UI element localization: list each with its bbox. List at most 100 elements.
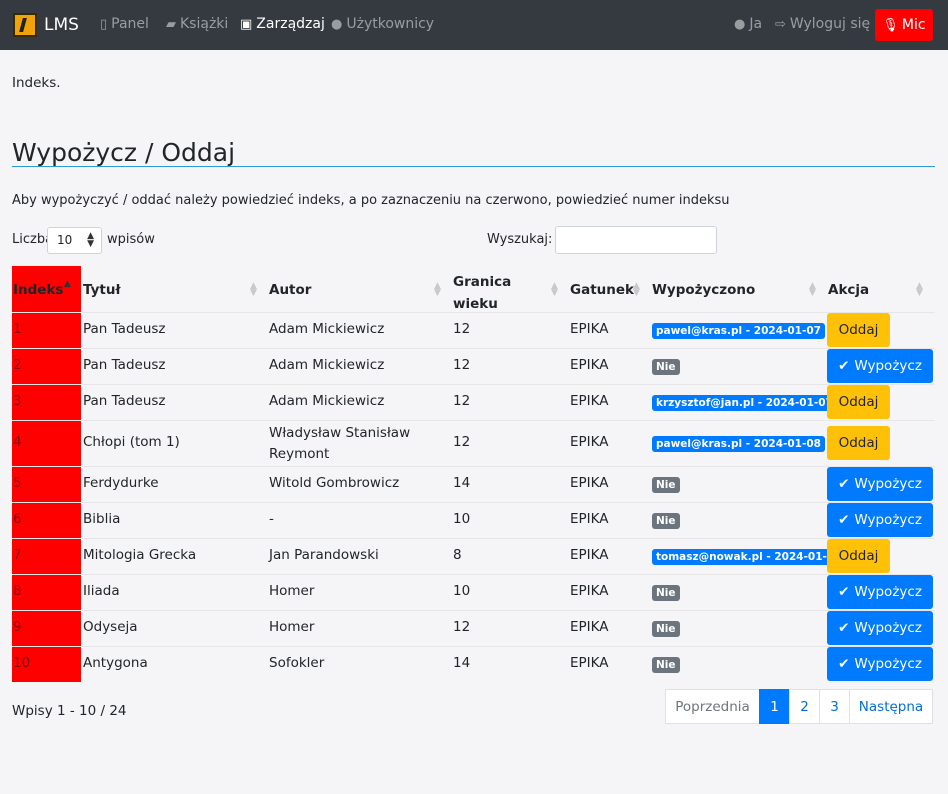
borrow-button[interactable]: ✔ Wypożycz — [827, 575, 933, 609]
row-divider — [12, 646, 935, 647]
check-icon: ✔ — [838, 512, 850, 528]
cell-title: Pan Tadeusz — [83, 321, 166, 337]
cell-genre: EPIKA — [570, 583, 609, 599]
cell-author: Jan Parandowski — [269, 547, 379, 563]
status-badge-available: Nie — [652, 585, 680, 601]
user-icon: ● — [734, 16, 746, 32]
cell-index: 7 — [13, 547, 22, 563]
sort-icon: ▲ ▼ — [434, 281, 441, 298]
status-badge-available: Nie — [652, 657, 680, 673]
book-icon: ▰ — [166, 16, 176, 32]
nav-users-label: Użytkownicy — [346, 16, 435, 32]
instructions-text: Aby wypożyczyć / oddać należy powiedzieć… — [12, 193, 730, 208]
cell-age: 10 — [453, 511, 471, 527]
return-button-label: Oddaj — [838, 322, 879, 338]
cell-age: 12 — [453, 619, 471, 635]
table-info: Wpisy 1 - 10 / 24 — [12, 703, 127, 719]
sort-asc-icon: ▲ — [64, 279, 71, 289]
sort-icon: ▲ ▼ — [809, 281, 816, 298]
cell-genre: EPIKA — [570, 475, 609, 491]
cell-genre: EPIKA — [570, 434, 609, 450]
cell-age: 14 — [453, 475, 471, 491]
row-divider — [12, 610, 935, 611]
cell-index: 9 — [13, 619, 22, 635]
nav-users[interactable]: ● Użytkownicy — [331, 16, 434, 32]
cell-title: Iliada — [83, 583, 120, 599]
borrow-button[interactable]: ✔ Wypożycz — [827, 349, 933, 383]
user-icon: ● — [331, 16, 343, 32]
row-divider — [12, 466, 935, 467]
cell-age: 12 — [453, 321, 471, 337]
nav-books[interactable]: ▰ Książki — [166, 16, 228, 32]
borrow-button[interactable]: ✔ Wypożycz — [827, 647, 933, 681]
save-icon: ▣ — [240, 16, 253, 32]
cell-index: 8 — [13, 583, 22, 599]
row-divider — [12, 502, 935, 503]
check-icon: ✔ — [838, 656, 850, 672]
mic-button[interactable]: 🎙︎ Mic — [875, 9, 933, 41]
brand[interactable]: LMS — [13, 12, 79, 38]
cell-age: 12 — [453, 357, 471, 373]
return-button[interactable]: Oddaj — [827, 385, 890, 419]
return-button[interactable]: Oddaj — [827, 313, 890, 347]
row-divider — [12, 384, 935, 385]
cell-author: - — [269, 511, 274, 527]
pagination-page-1[interactable]: 1 — [759, 689, 790, 724]
cell-title: Biblia — [83, 511, 121, 527]
heading-divider — [12, 166, 935, 167]
nav-manage-label: Zarządzaj — [256, 16, 325, 32]
cell-title: Chłopi (tom 1) — [83, 434, 180, 450]
borrow-button[interactable]: ✔ Wypożycz — [827, 611, 933, 645]
cell-title: Ferdydurke — [83, 475, 159, 491]
mic-button-label: Mic — [901, 17, 926, 33]
col-header-age[interactable]: Granica wieku — [453, 271, 523, 315]
intro-text: Indeks. — [12, 75, 61, 91]
cell-title: Odyseja — [83, 619, 138, 635]
col-header-genre[interactable]: Gatunek — [570, 282, 634, 298]
sort-icon: ▲ ▼ — [633, 281, 640, 298]
col-header-index[interactable]: Indeks — [13, 282, 63, 298]
borrow-button[interactable]: ✔ Wypożycz — [827, 467, 933, 501]
cell-index: 1 — [13, 321, 22, 337]
cell-title: Mitologia Grecka — [83, 547, 197, 563]
nav-panel[interactable]: ▯ Panel — [100, 16, 149, 32]
return-button[interactable]: Oddaj — [827, 426, 890, 460]
pagination-next[interactable]: Następna — [849, 689, 933, 724]
cell-genre: EPIKA — [570, 619, 609, 635]
col-header-action[interactable]: Akcja — [828, 282, 869, 298]
col-header-author[interactable]: Autor — [269, 282, 311, 298]
search-input[interactable] — [555, 226, 717, 254]
status-badge-available: Nie — [652, 359, 680, 375]
cell-title: Pan Tadeusz — [83, 357, 166, 373]
pagination-page-3[interactable]: 3 — [819, 689, 850, 724]
cell-author: Adam Mickiewicz — [269, 357, 385, 373]
sort-icon: ▲ ▼ — [916, 281, 923, 298]
brand-name: LMS — [44, 15, 79, 35]
page-title: Wypożycz / Oddaj — [12, 138, 236, 167]
nav-manage[interactable]: ▣ Zarządzaj — [240, 16, 325, 32]
pagination-page-2[interactable]: 2 — [789, 689, 820, 724]
status-badge-borrowed: pawel@kras.pl - 2024-01-08 — [652, 436, 825, 452]
borrow-button[interactable]: ✔ Wypożycz — [827, 503, 933, 537]
cell-genre: EPIKA — [570, 321, 609, 337]
index-column-highlight — [12, 266, 81, 682]
lms-logo-icon — [13, 13, 37, 37]
nav-logout[interactable]: ⇨ Wyloguj się — [775, 16, 870, 32]
return-button[interactable]: Oddaj — [827, 539, 890, 573]
length-select[interactable]: 10 ▲ ▼ — [47, 227, 102, 254]
borrow-button-label: Wypożycz — [854, 620, 922, 636]
return-button-label: Oddaj — [838, 435, 879, 451]
col-header-borrowed[interactable]: Wypożyczono — [652, 282, 755, 298]
search-label: Wyszukaj: — [487, 232, 553, 247]
nav-me[interactable]: ● Ja — [734, 16, 762, 32]
cell-age: 8 — [453, 547, 462, 563]
status-badge-available: Nie — [652, 477, 680, 493]
cell-index: 2 — [13, 357, 22, 373]
col-header-title[interactable]: Tytuł — [83, 282, 120, 298]
select-arrows-icon: ▲ ▼ — [87, 231, 94, 249]
cell-age: 10 — [453, 583, 471, 599]
row-divider — [12, 420, 935, 421]
pagination-previous[interactable]: Poprzednia — [665, 689, 760, 724]
sign-out-icon: ⇨ — [775, 16, 786, 32]
row-divider — [12, 574, 935, 575]
